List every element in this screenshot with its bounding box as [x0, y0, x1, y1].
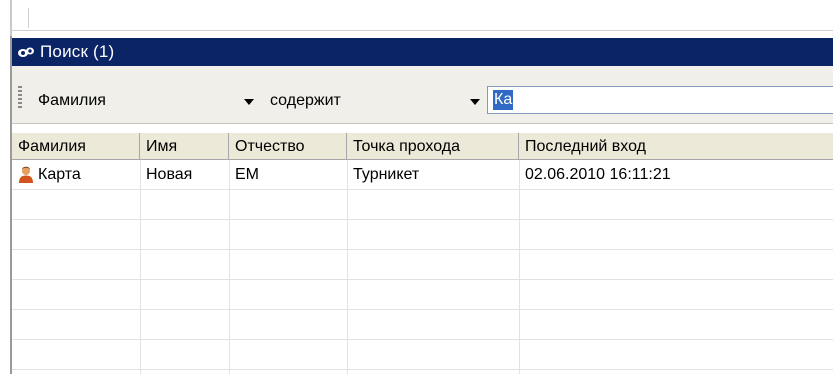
search-input-selected-text: Ка: [493, 90, 514, 110]
chevron-down-icon[interactable]: [466, 94, 484, 110]
column-header-last-entry[interactable]: Последний вход: [519, 133, 833, 160]
operator-select-value: содержит: [270, 92, 341, 109]
table-row: [12, 250, 833, 280]
cell-firstname: Новая: [146, 165, 193, 183]
grid-header: Фамилия Имя Отчество Точка прохода После…: [12, 132, 833, 160]
toolbar-grip[interactable]: [18, 86, 22, 108]
filter-toolbar: Фамилия содержит Ка: [12, 66, 833, 124]
table-row: [12, 280, 833, 310]
table-row: [12, 190, 833, 220]
search-input[interactable]: Ка: [487, 86, 833, 114]
search-panel-title-bar[interactable]: Поиск (1): [12, 38, 833, 66]
cell-middlename: ЕМ: [235, 165, 259, 183]
top-strip: [0, 0, 833, 36]
top-divider: [10, 30, 833, 31]
table-row: [12, 310, 833, 340]
operator-select[interactable]: содержит: [260, 89, 500, 113]
cell-lastname-text: Карта: [38, 165, 81, 183]
table-row: [12, 340, 833, 370]
column-header-middlename[interactable]: Отчество: [229, 133, 347, 160]
cell-last-entry: 02.06.2010 16:11:21: [525, 165, 671, 183]
table-row[interactable]: Карта Новая ЕМ Турникет 02.06.2010 16:11…: [12, 160, 833, 190]
panel-title: Поиск (1): [40, 42, 115, 61]
table-row: [12, 220, 833, 250]
results-grid: Фамилия Имя Отчество Точка прохода После…: [12, 132, 833, 374]
cell-access-point: Турникет: [353, 165, 420, 183]
column-header-lastname[interactable]: Фамилия: [12, 133, 140, 160]
tab-separator: [28, 8, 29, 28]
eye-icon: [18, 47, 34, 57]
column-header-access-point[interactable]: Точка прохода: [347, 133, 519, 160]
chevron-down-icon[interactable]: [240, 94, 258, 110]
person-icon: [19, 166, 33, 183]
column-header-firstname[interactable]: Имя: [140, 133, 229, 160]
cell-lastname: Карта: [12, 160, 140, 189]
